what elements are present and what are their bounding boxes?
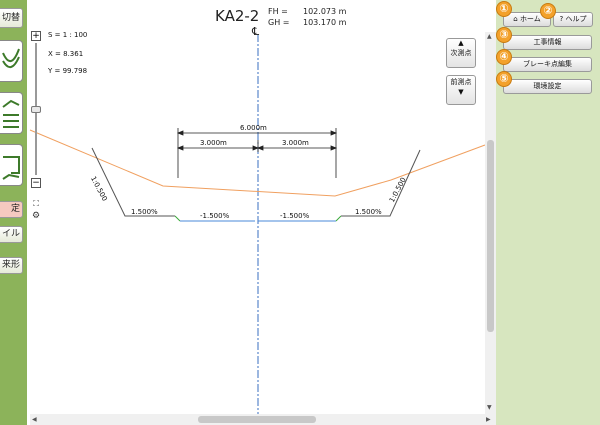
environment-settings-label: 環境設定 — [533, 82, 562, 90]
right-sidebar: ⌂ ホーム ? ヘルプ 工事情報 ブレーキ点編集 環境設定 ① ② ③ ④ ⑤ — [496, 0, 600, 425]
help-label: ヘルプ — [565, 15, 587, 23]
design-left-shoulder — [174, 215, 181, 222]
grade-left-center: -1.500% — [200, 212, 230, 220]
y-readout: Y = 99.798 — [48, 67, 88, 75]
grade-left-bottom: 1.500% — [131, 208, 158, 216]
fit-view-icon: ⛶ — [33, 199, 39, 208]
gh-label: GH = — [268, 18, 290, 27]
minus-icon: − — [32, 178, 40, 188]
grade-right-center: -1.500% — [280, 212, 310, 220]
dimension-right-half: 3.000m — [282, 139, 309, 147]
scale-readout: S = 1 : 100 — [48, 31, 88, 39]
dimension-left-half: 3.000m — [200, 139, 227, 147]
fh-label: FH = — [268, 7, 288, 16]
settings-button[interactable]: ⚙ — [31, 211, 41, 221]
horizontal-scrollbar[interactable]: ◀ ▶ — [30, 414, 496, 425]
callout-badge-2: ② — [540, 3, 556, 19]
prev-station-button[interactable]: 前測点 ▼ — [446, 75, 476, 105]
gear-icon: ⚙ — [31, 211, 41, 221]
next-station-label: 次測点 — [450, 49, 472, 57]
dimension-total: 6.000m — [240, 124, 267, 132]
zoom-out-button[interactable]: − — [31, 178, 41, 188]
gh-value: 103.170 m — [303, 18, 347, 27]
construction-info-label: 工事情報 — [533, 38, 562, 46]
vertical-scroll-thumb[interactable] — [487, 140, 494, 332]
break-point-edit-button[interactable]: ブレーキ点編集 — [503, 57, 592, 72]
scroll-up-icon[interactable]: ▲ — [487, 33, 492, 41]
callout-badge-5: ⑤ — [496, 71, 512, 87]
x-readout: X = 8.361 — [48, 50, 84, 58]
fit-view-button[interactable]: ⛶ — [31, 199, 41, 209]
scroll-left-icon[interactable]: ◀ — [32, 416, 37, 424]
horizontal-scroll-thumb[interactable] — [198, 416, 316, 423]
prev-station-label: 前測点 — [450, 78, 472, 86]
callout-badge-1: ① — [496, 1, 512, 17]
down-arrow-icon: ▼ — [458, 88, 464, 96]
dimension-lines — [176, 128, 338, 178]
environment-settings-button[interactable]: 環境設定 — [503, 79, 592, 94]
station-title: KA2-2 — [215, 7, 260, 25]
help-button[interactable]: ? ヘルプ — [553, 12, 593, 27]
zoom-in-button[interactable]: + — [31, 31, 41, 41]
design-right-shoulder — [335, 215, 342, 222]
zoom-slider-thumb[interactable] — [31, 106, 41, 113]
break-point-edit-label: ブレーキ点編集 — [523, 60, 572, 68]
scroll-down-icon[interactable]: ▼ — [487, 404, 492, 412]
design-left-slope — [91, 147, 175, 217]
home-label: ホーム — [519, 15, 541, 23]
up-arrow-icon: ▲ — [458, 39, 464, 47]
construction-info-button[interactable]: 工事情報 — [503, 35, 592, 50]
grade-right-bottom: 1.500% — [355, 208, 382, 216]
fh-value: 102.073 m — [303, 7, 347, 16]
home-icon: ⌂ — [513, 15, 518, 23]
callout-badge-4: ④ — [496, 49, 512, 65]
help-icon: ? — [559, 15, 564, 23]
centerline-symbol: ℄ — [252, 25, 260, 38]
vertical-scrollbar[interactable]: ▲ ▼ — [485, 32, 496, 414]
plus-icon: + — [32, 31, 40, 41]
next-station-button[interactable]: ▲ 次測点 — [446, 38, 476, 68]
callout-badge-3: ③ — [496, 27, 512, 43]
scroll-right-icon[interactable]: ▶ — [486, 416, 491, 424]
